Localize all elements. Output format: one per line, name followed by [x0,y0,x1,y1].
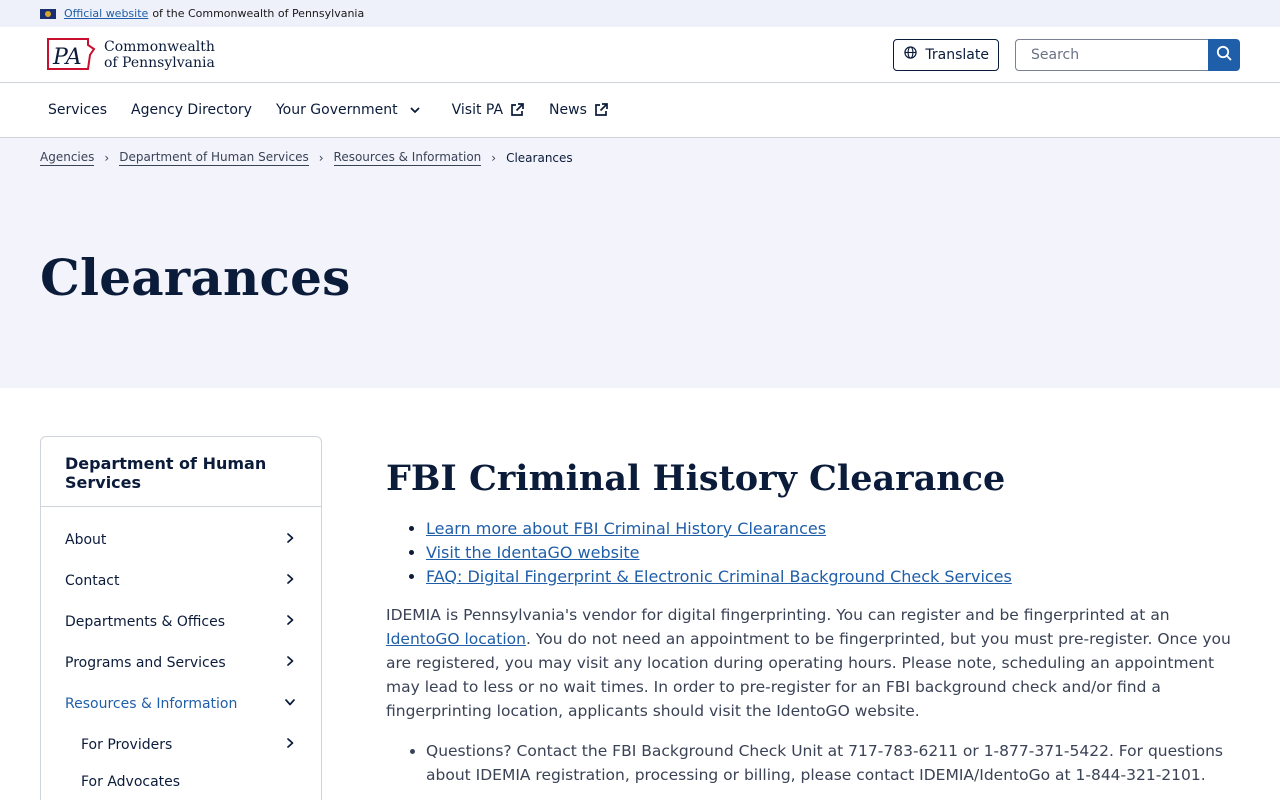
main-content: FBI Criminal History Clearance Learn mor… [386,436,1232,800]
chevron-right-icon[interactable] [283,531,297,549]
identogo-location-link[interactable]: IdentoGO location [386,630,526,648]
page-hero: Agencies › Department of Human Services … [0,138,1280,388]
list-item: Learn more about FBI Criminal History Cl… [426,517,1232,541]
breadcrumb-current: Clearances [506,151,573,165]
pa-flag-icon [40,8,56,19]
sidebar-item-departments[interactable]: Departments & Offices [41,601,321,642]
official-website-link[interactable]: Official website [64,7,148,20]
chevron-down-icon[interactable] [283,695,297,713]
translate-label: Translate [925,46,989,63]
questions-item: Questions? Contact the FBI Background Ch… [426,739,1232,787]
breadcrumb: Agencies › Department of Human Services … [40,150,1240,166]
search-button[interactable] [1208,38,1240,71]
search-form [1015,38,1240,71]
list-item: FAQ: Digital Fingerprint & Electronic Cr… [426,565,1232,589]
chevron-right-icon[interactable] [283,736,297,754]
questions-list: Questions? Contact the FBI Background Ch… [386,739,1232,787]
faq-link[interactable]: FAQ: Digital Fingerprint & Electronic Cr… [426,567,1012,586]
breadcrumb-dhs[interactable]: Department of Human Services [119,150,309,166]
sidebar-item-resources[interactable]: Resources & Information [41,683,321,724]
content-area: Department of Human Services About Conta… [0,388,1280,800]
chevron-right-icon: › [104,151,110,165]
idemia-paragraph: IDEMIA is Pennsylvania's vendor for digi… [386,606,1231,720]
learn-more-link[interactable]: Learn more about FBI Criminal History Cl… [426,519,826,538]
site-header: PA Commonwealth of Pennsylvania Translat… [0,27,1280,83]
chevron-right-icon: › [318,151,324,165]
logo-line1: Commonwealth [104,38,215,55]
nav-news[interactable]: News [549,102,609,118]
section-title: FBI Criminal History Clearance [386,458,1006,499]
nav-services[interactable]: Services [48,102,107,118]
main-nav: Services Agency Directory Your Governmen… [0,83,1280,138]
svg-text:PA: PA [52,45,82,70]
chevron-down-icon [408,103,422,117]
breadcrumb-resources[interactable]: Resources & Information [333,150,482,166]
breadcrumb-agencies[interactable]: Agencies [40,150,95,166]
translate-button[interactable]: Translate [893,38,999,71]
official-banner-text: of the Commonwealth of Pennsylvania [152,7,365,20]
chevron-right-icon[interactable] [283,613,297,631]
sidebar-title[interactable]: Department of Human Services [41,437,321,507]
search-icon [1216,45,1232,64]
globe-icon [904,46,918,63]
identago-website-link[interactable]: Visit the IdentaGO website [426,543,640,562]
chevron-right-icon: › [491,151,497,165]
nav-visit-pa[interactable]: Visit PA [452,102,525,118]
page-title: Clearances [40,248,351,307]
resource-links: Learn more about FBI Criminal History Cl… [386,517,1232,589]
sidebar-item-programs[interactable]: Programs and Services [41,642,321,683]
chevron-right-icon[interactable] [283,654,297,672]
nav-your-government[interactable]: Your Government [276,102,422,118]
sidebar-item-for-providers[interactable]: For Providers [41,724,321,765]
chevron-right-icon[interactable] [283,572,297,590]
sidebar-item-for-advocates[interactable]: For Advocates [41,765,321,798]
official-banner: Official website of the Commonwealth of … [0,0,1280,27]
logo-line2: of Pennsylvania [104,54,215,71]
sidebar-item-about[interactable]: About [41,519,321,560]
external-link-icon [509,102,525,118]
pa-logo-mark: PA [44,35,96,75]
external-link-icon [593,102,609,118]
nav-agency-directory[interactable]: Agency Directory [131,102,252,118]
search-input[interactable] [1015,38,1208,71]
sidebar-item-contact[interactable]: Contact [41,560,321,601]
sidebar: Department of Human Services About Conta… [40,436,322,800]
sidebar-list: About Contact Departments & Offices Prog… [41,507,321,798]
list-item: Visit the IdentaGO website [426,541,1232,565]
pa-logo[interactable]: PA Commonwealth of Pennsylvania [44,35,215,75]
